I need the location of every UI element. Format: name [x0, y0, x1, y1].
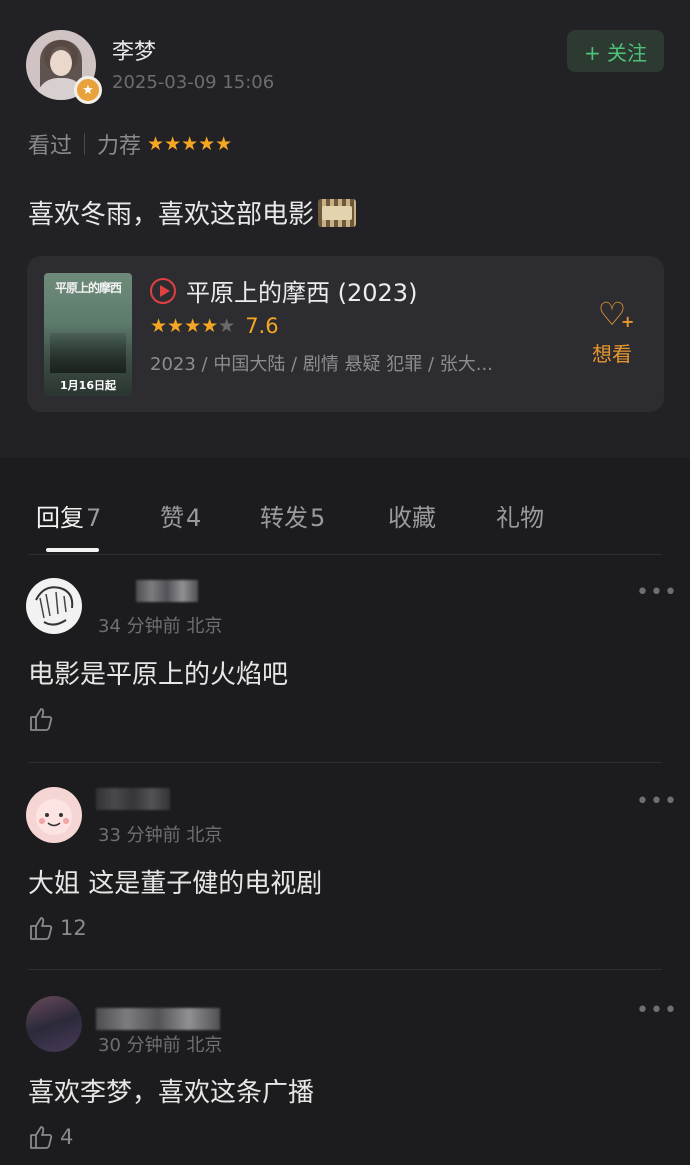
like-button[interactable]: 12 — [28, 915, 87, 941]
commenter-avatar[interactable] — [26, 787, 82, 843]
commenter-avatar[interactable] — [26, 996, 82, 1052]
commenter-name-redacted[interactable] — [96, 1008, 220, 1030]
commenter-avatar[interactable] — [26, 578, 82, 634]
movie-poster[interactable]: 平原上的摩西 1月16日起 — [44, 273, 132, 396]
comment-time: 34 分钟前 北京 — [98, 616, 223, 637]
post-body: 喜欢冬雨，喜欢这部电影 — [28, 200, 315, 230]
heart-plus-icon: ♡ + — [597, 295, 635, 333]
movie-stars: ★★★★★ — [150, 315, 236, 337]
like-count: 4 — [60, 1125, 74, 1149]
divider — [28, 969, 662, 970]
divider — [84, 133, 86, 155]
follow-button[interactable]: + 关注 — [567, 30, 664, 72]
film-emoji-icon — [318, 198, 357, 227]
tab-collects[interactable]: 收藏 — [388, 498, 436, 533]
author-name[interactable]: 李梦 — [112, 34, 156, 66]
want-to-watch-label: 想看 — [592, 342, 632, 366]
like-count: 12 — [60, 916, 87, 940]
comment-time: 33 分钟前 北京 — [98, 825, 223, 846]
post-timestamp: 2025-03-09 15:06 — [112, 72, 275, 93]
movie-meta: 2023 / 中国大陆 / 剧情 悬疑 犯罪 / 张大... — [150, 354, 493, 375]
tab-likes[interactable]: 赞4 — [160, 498, 201, 533]
play-icon[interactable] — [150, 278, 176, 304]
post-text: 喜欢冬雨，喜欢这部电影 — [28, 194, 357, 231]
poster-date: 1月16日起 — [60, 379, 116, 392]
movie-score: 7.6 — [245, 314, 279, 338]
want-to-watch-button[interactable]: ♡ + 想看 — [580, 296, 644, 367]
tab-replies[interactable]: 回复7 — [36, 498, 101, 533]
movie-rating: ★★★★★ 7.6 — [150, 314, 279, 338]
more-options-icon[interactable]: ••• — [636, 789, 678, 814]
thumbs-up-icon — [30, 1126, 53, 1149]
comment-text: 喜欢李梦，喜欢这条广播 — [28, 1078, 315, 1108]
more-options-icon[interactable]: ••• — [636, 580, 678, 605]
like-button[interactable] — [28, 706, 60, 732]
like-button[interactable]: 4 — [28, 1124, 73, 1150]
comment-time: 30 分钟前 北京 — [98, 1035, 223, 1056]
poster-scene — [50, 333, 126, 373]
rating-row: 看过 力荐 ★★★★★ — [28, 128, 232, 160]
poster-title: 平原上的摩西 — [54, 281, 122, 295]
comment-text: 大姐 这是董子健的电视剧 — [28, 869, 323, 899]
movie-title[interactable]: 平原上的摩西 (2023) — [186, 273, 417, 308]
tab-bar: 回复7 赞4 转发5 收藏 礼物 — [0, 478, 690, 554]
tab-reposts[interactable]: 转发5 — [260, 498, 325, 533]
more-options-icon[interactable]: ••• — [636, 998, 678, 1023]
divider — [28, 554, 662, 555]
verified-badge-icon: ★ — [74, 76, 102, 104]
commenter-name-redacted[interactable] — [136, 580, 198, 602]
recommend-label: 力荐 — [97, 134, 142, 159]
commenter-name-redacted[interactable] — [96, 788, 170, 810]
user-rating-stars: ★★★★★ — [147, 133, 233, 155]
thumbs-up-icon — [30, 917, 53, 940]
active-tab-indicator — [46, 548, 99, 552]
tab-gifts[interactable]: 礼物 — [496, 498, 544, 533]
watched-status: 看过 — [28, 134, 73, 159]
comment-text: 电影是平原上的火焰吧 — [28, 660, 289, 690]
thumbs-up-icon — [30, 708, 53, 731]
divider — [28, 762, 662, 763]
